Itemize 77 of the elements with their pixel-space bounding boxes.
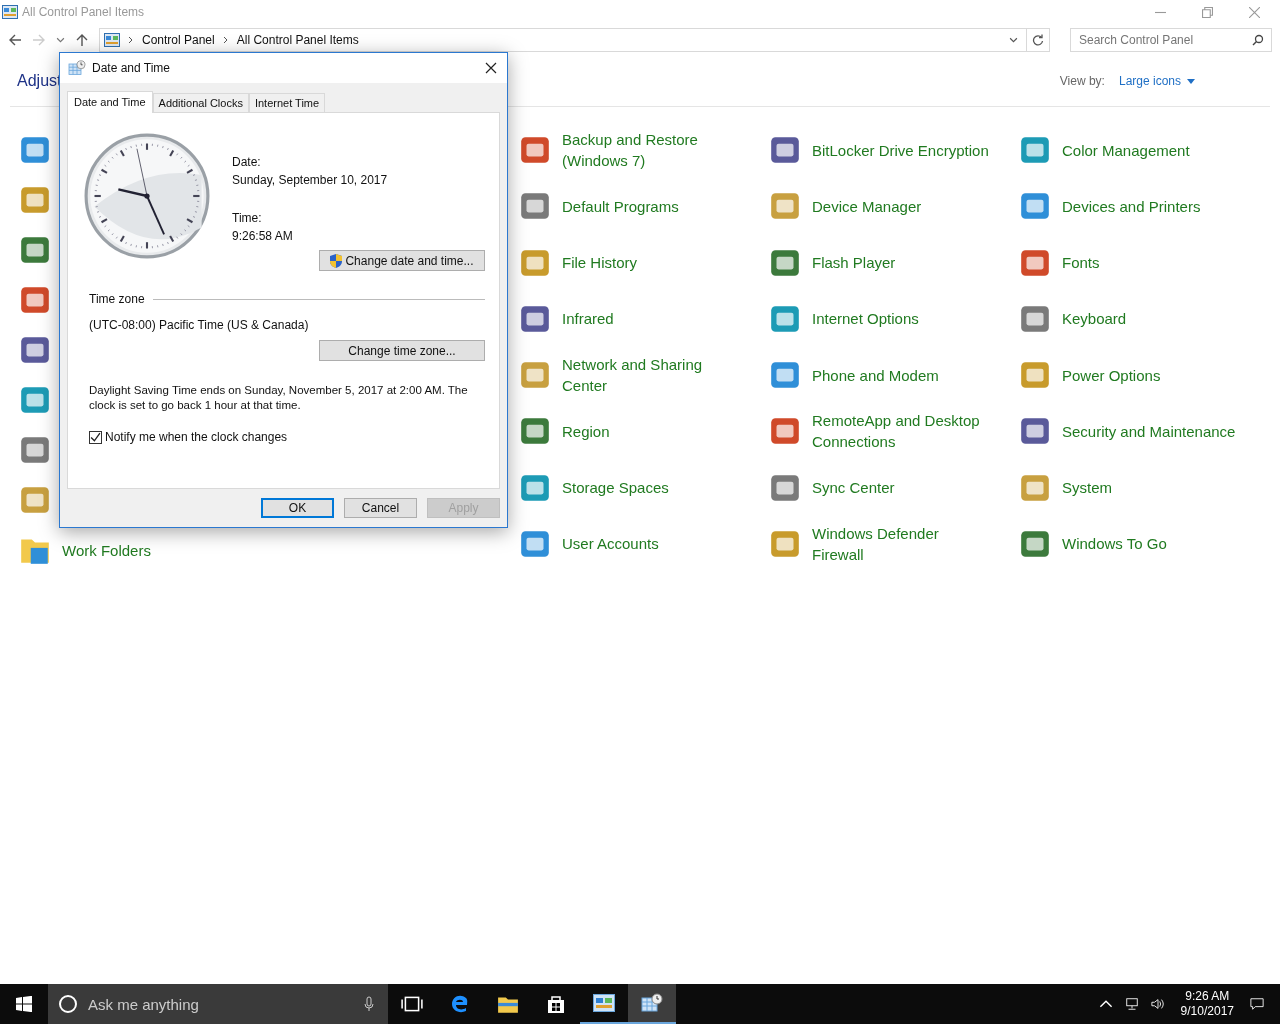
applet-link[interactable]: Network and Sharing Center xyxy=(562,354,742,396)
applet-link[interactable]: Work Folders xyxy=(62,529,151,571)
time-label: Time: xyxy=(232,210,263,227)
applet-link[interactable]: System xyxy=(1062,466,1112,509)
applet-link[interactable]: Windows Defender Firewall xyxy=(812,522,992,565)
calendar-clock-icon xyxy=(68,60,86,76)
dialog-title: Date and Time xyxy=(92,61,171,75)
breadcrumb[interactable]: Control Panel xyxy=(142,33,215,47)
search-icon xyxy=(1252,34,1264,46)
applet-link[interactable]: Device Manager xyxy=(812,185,922,228)
applet-link[interactable]: File History xyxy=(562,241,637,284)
control-panel-icon xyxy=(593,993,615,1013)
caret-icon xyxy=(1187,78,1195,84)
applet-link[interactable]: Devices and Printers xyxy=(1062,185,1201,228)
view-by-label: View by: xyxy=(1059,74,1105,88)
tab[interactable]: Date and Time xyxy=(67,91,153,113)
date-value: Sunday, September 10, 2017 xyxy=(232,172,388,189)
tab[interactable]: Additional Clocks xyxy=(152,93,249,112)
recent-caret-icon[interactable] xyxy=(56,36,65,44)
close-icon[interactable] xyxy=(485,62,497,74)
shopping-bag-icon xyxy=(545,994,567,1014)
applet-link[interactable]: BitLocker Drive Encryption xyxy=(812,129,989,171)
chevron-right-icon xyxy=(222,36,229,44)
applet-link[interactable]: Infrared xyxy=(562,297,614,340)
view-by-dropdown[interactable]: Large icons xyxy=(1118,74,1263,88)
breadcrumb[interactable]: All Control Panel Items xyxy=(236,33,359,47)
applet-link[interactable]: Phone and Modem xyxy=(812,354,939,396)
back-arrow-icon[interactable] xyxy=(8,33,22,47)
dst-note: Daylight Saving Time ends on Sunday, November 5, 2017 at 2:00 AM. The clock is set to go back 1 hour at that time. xyxy=(89,383,469,413)
change-date-time-button[interactable]: Change date and time... xyxy=(319,250,485,271)
checkbox[interactable] xyxy=(89,430,102,444)
applet-link[interactable]: Flash Player xyxy=(812,241,896,284)
folder-icon xyxy=(497,994,519,1014)
applet-link[interactable]: Storage Spaces xyxy=(562,466,669,509)
dropdown-caret-icon[interactable] xyxy=(1009,36,1018,44)
applet-link[interactable]: Sync Center xyxy=(812,466,895,509)
applet-link[interactable]: Keyboard xyxy=(1062,297,1127,340)
dialog-button[interactable]: OK xyxy=(261,498,334,518)
time-zone-value: (UTC-08:00) Pacific Time (US & Canada) xyxy=(89,318,310,332)
search-field[interactable]: Search Control Panel xyxy=(1070,28,1272,52)
cortana-circle-icon xyxy=(58,994,78,1014)
change-time-zone-button[interactable]: Change time zone... xyxy=(319,340,485,361)
notifications-icon[interactable] xyxy=(1250,997,1264,1011)
task-view-icon xyxy=(401,994,423,1014)
shield-icon xyxy=(330,253,343,268)
tab[interactable]: Internet Time xyxy=(248,93,326,112)
applet-link[interactable]: Default Programs xyxy=(562,185,679,228)
control-panel-icon xyxy=(104,33,120,47)
up-arrow-icon[interactable] xyxy=(75,33,89,47)
group-label: Time zone xyxy=(89,292,145,306)
taskbar-clock[interactable]: 9:26 AM 9/10/2017 xyxy=(1180,989,1234,1019)
applet-link[interactable]: Security and Maintenance xyxy=(1062,410,1236,453)
time-value: 9:26:58 AM xyxy=(232,228,294,245)
address-bar[interactable]: Control Panel All Control Panel Items xyxy=(99,28,1050,52)
applet-link[interactable]: User Accounts xyxy=(562,522,659,565)
applet-link[interactable]: Color Management xyxy=(1062,129,1190,171)
date-label: Date: xyxy=(232,154,262,171)
chevron-right-icon xyxy=(128,36,134,44)
window-title: All Control Panel Items xyxy=(22,5,145,19)
applet-link[interactable]: Fonts xyxy=(1062,241,1100,284)
taskbar-button[interactable] xyxy=(628,984,676,1024)
calendar-clock-icon xyxy=(641,993,663,1013)
restore-icon[interactable] xyxy=(1202,6,1213,18)
taskbar-search-field[interactable]: Ask me anything xyxy=(48,984,388,1024)
applet-link[interactable]: Backup and Restore (Windows 7) xyxy=(562,129,742,171)
volume-icon[interactable] xyxy=(1150,997,1165,1011)
applet-link[interactable]: Region xyxy=(562,410,610,453)
microphone-icon[interactable] xyxy=(364,996,374,1012)
applet-link[interactable]: Windows To Go xyxy=(1062,522,1167,565)
checkmark-icon xyxy=(90,431,101,443)
dialog-button[interactable]: Cancel xyxy=(344,498,417,518)
network-icon[interactable] xyxy=(1124,997,1139,1011)
applet-link[interactable]: RemoteApp and Desktop Connections xyxy=(812,410,992,453)
checkbox-label[interactable]: Notify me when the clock changes xyxy=(105,430,288,444)
applet-link[interactable]: Internet Options xyxy=(812,297,919,340)
control-panel-icon xyxy=(2,5,18,19)
applet-link[interactable]: Power Options xyxy=(1062,354,1161,396)
